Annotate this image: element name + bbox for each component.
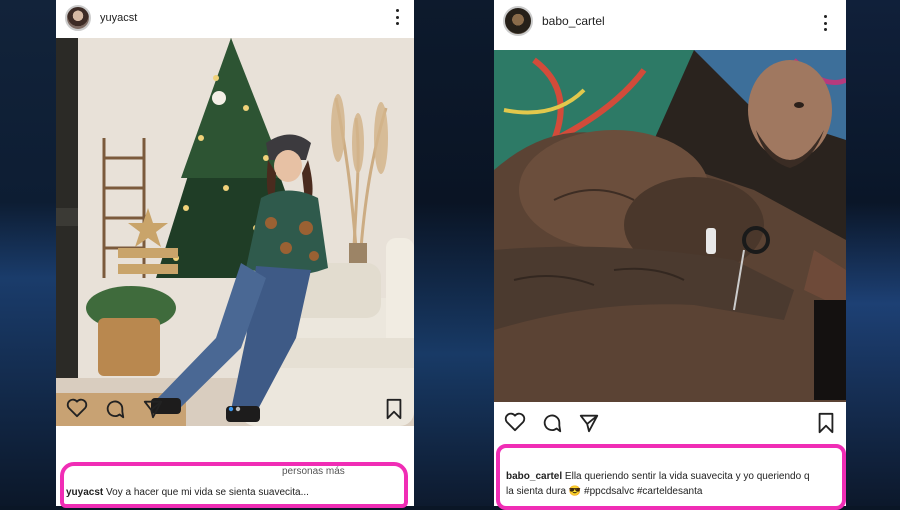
post-header: yuyacst — [56, 0, 414, 36]
post-photo[interactable] — [494, 50, 846, 402]
background-right — [846, 0, 900, 506]
post-header: babo_cartel — [494, 0, 846, 36]
heart-icon[interactable] — [66, 398, 88, 418]
avatar[interactable] — [503, 6, 533, 36]
background-middle — [414, 0, 494, 506]
post-actions — [494, 412, 846, 436]
background-left — [0, 0, 56, 506]
instagram-post-right: babo_cartel babo_cartel Ella queriendo s… — [494, 0, 846, 506]
more-icon[interactable] — [396, 9, 400, 25]
comment-icon[interactable] — [104, 398, 126, 420]
avatar[interactable] — [65, 5, 91, 31]
post-username[interactable]: yuyacst — [100, 12, 137, 24]
share-icon[interactable] — [142, 398, 164, 420]
highlight-annotation-left — [60, 462, 408, 508]
post-actions — [56, 398, 414, 422]
share-icon[interactable] — [578, 412, 600, 434]
photo-illustration — [56, 38, 414, 426]
highlight-annotation-right — [496, 444, 846, 510]
heart-icon[interactable] — [504, 412, 526, 432]
instagram-post-left: yuyacst personas más yuyacst Voy a hacer… — [56, 0, 414, 506]
bookmark-icon[interactable] — [816, 412, 836, 434]
more-icon[interactable] — [824, 15, 828, 31]
post-photo[interactable] — [56, 38, 414, 426]
photo-illustration — [494, 50, 846, 402]
post-username[interactable]: babo_cartel — [542, 14, 605, 28]
carousel-dots — [228, 406, 241, 412]
bookmark-icon[interactable] — [384, 398, 404, 420]
comment-icon[interactable] — [541, 412, 563, 434]
